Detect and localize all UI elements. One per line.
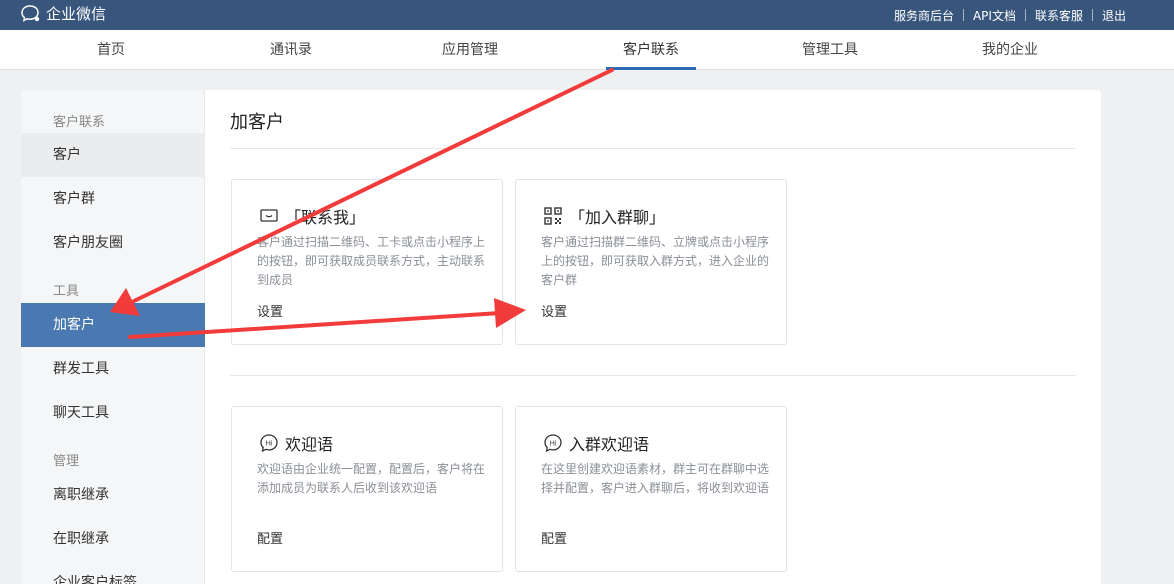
contact-support-link[interactable]: 联系客服 [1026, 7, 1092, 24]
top-links: 服务商后台 API文档 联系客服 退出 [885, 0, 1174, 30]
card-header: Hi 欢迎语 [259, 431, 333, 455]
sidebar-item-add-customer[interactable]: 加客户 [21, 303, 205, 347]
contact-me-settings-link[interactable]: 设置 [257, 301, 283, 320]
app-name: 企业微信 [46, 5, 107, 23]
title-divider [230, 148, 1076, 149]
sidebar-item-chat-tool[interactable]: 聊天工具 [21, 391, 205, 435]
tab-home[interactable]: 首页 [66, 30, 156, 70]
card-description: 在这里创建欢迎语素材，群主可在群聊中选择并配置，客户进入群聊后，将收到欢迎语 [541, 462, 770, 495]
hi-bubble-icon: Hi [260, 434, 278, 453]
wecom-logo-icon [21, 5, 40, 22]
content-panel: 客户联系 客户 客户群 客户朋友圈 工具 加客户 群发工具 聊天工具 管理 离职… [21, 90, 1101, 584]
sidebar-item-moments[interactable]: 客户朋友圈 [21, 221, 205, 265]
page-title: 加客户 [230, 112, 284, 133]
api-docs-link[interactable]: API文档 [964, 7, 1025, 24]
app-logo[interactable]: 企业微信 [20, 4, 106, 24]
group-welcome-config-link[interactable]: 配置 [541, 528, 567, 547]
card-header: 「加入群聊」 [543, 204, 665, 228]
svg-text:Hi: Hi [550, 441, 557, 448]
tab-my-company[interactable]: 我的企业 [965, 30, 1055, 70]
card-title: 「联系我」 [285, 208, 366, 227]
card-description: 客户通过扫描二维码、工卡或点击小程序上的按钮，即可获取成员联系方式，主动联系到成… [257, 235, 486, 287]
top-bar: 企业微信 服务商后台 API文档 联系客服 退出 [0, 0, 1174, 30]
card-description: 客户通过扫描群二维码、立牌或点击小程序上的按钮，即可获取入群方式，进入企业的客户… [541, 235, 770, 287]
sidebar-item-customer[interactable]: 客户 [21, 133, 205, 177]
card-title: 入群欢迎语 [569, 435, 650, 454]
card-title: 「加入群聊」 [569, 208, 666, 227]
sidebar-item-mass-send[interactable]: 群发工具 [21, 347, 205, 391]
provider-console-link[interactable]: 服务商后台 [885, 7, 963, 24]
welcome-message-config-link[interactable]: 配置 [257, 528, 283, 547]
sidebar-item-customer-group[interactable]: 客户群 [21, 177, 205, 221]
main-content: 加客户 「联系我」 客户通过扫描二维码、工卡或点击小程序上的按钮，即可获取成员联… [206, 90, 1101, 584]
sidebar-item-active-inherit[interactable]: 在职继承 [21, 517, 205, 561]
section-divider [230, 375, 1076, 376]
card-title: 欢迎语 [285, 435, 334, 454]
svg-text:Hi: Hi [266, 441, 273, 448]
sidebar-group-manage: 管理 [53, 454, 80, 469]
tab-contacts[interactable]: 通讯录 [246, 30, 336, 70]
sidebar-item-customer-tags[interactable]: 企业客户标签 [21, 561, 205, 584]
tab-customer-contact[interactable]: 客户联系 [606, 30, 696, 70]
sidebar: 客户联系 客户 客户群 客户朋友圈 工具 加客户 群发工具 聊天工具 管理 离职… [21, 90, 205, 584]
tab-app-management[interactable]: 应用管理 [425, 30, 515, 70]
sidebar-item-resign-inherit[interactable]: 离职继承 [21, 473, 205, 517]
card-header: Hi 入群欢迎语 [543, 431, 649, 455]
card-header: 「联系我」 [259, 204, 365, 228]
card-group-welcome-message: Hi 入群欢迎语 在这里创建欢迎语素材，群主可在群聊中选择并配置，客户进入群聊后… [515, 406, 787, 572]
sidebar-group-tools: 工具 [53, 284, 80, 299]
hi-bubble-icon: Hi [544, 434, 562, 453]
sidebar-group-customer-contact: 客户联系 [53, 115, 106, 130]
card-join-group: 「加入群聊」 客户通过扫描群二维码、立牌或点击小程序上的按钮，即可获取入群方式，… [515, 179, 787, 345]
join-group-settings-link[interactable]: 设置 [541, 301, 567, 320]
main-nav: 首页 通讯录 应用管理 客户联系 管理工具 我的企业 [0, 30, 1174, 70]
qr-code-icon [544, 207, 562, 225]
card-contact-me: 「联系我」 客户通过扫描二维码、工卡或点击小程序上的按钮，即可获取成员联系方式，… [231, 179, 503, 345]
chat-bubble-icon [260, 209, 278, 222]
tab-management-tools[interactable]: 管理工具 [785, 30, 875, 70]
logout-link[interactable]: 退出 [1093, 7, 1174, 24]
card-description: 欢迎语由企业统一配置，配置后，客户将在添加成员为联系人后收到该欢迎语 [257, 462, 486, 495]
card-welcome-message: Hi 欢迎语 欢迎语由企业统一配置，配置后，客户将在添加成员为联系人后收到该欢迎… [231, 406, 503, 572]
